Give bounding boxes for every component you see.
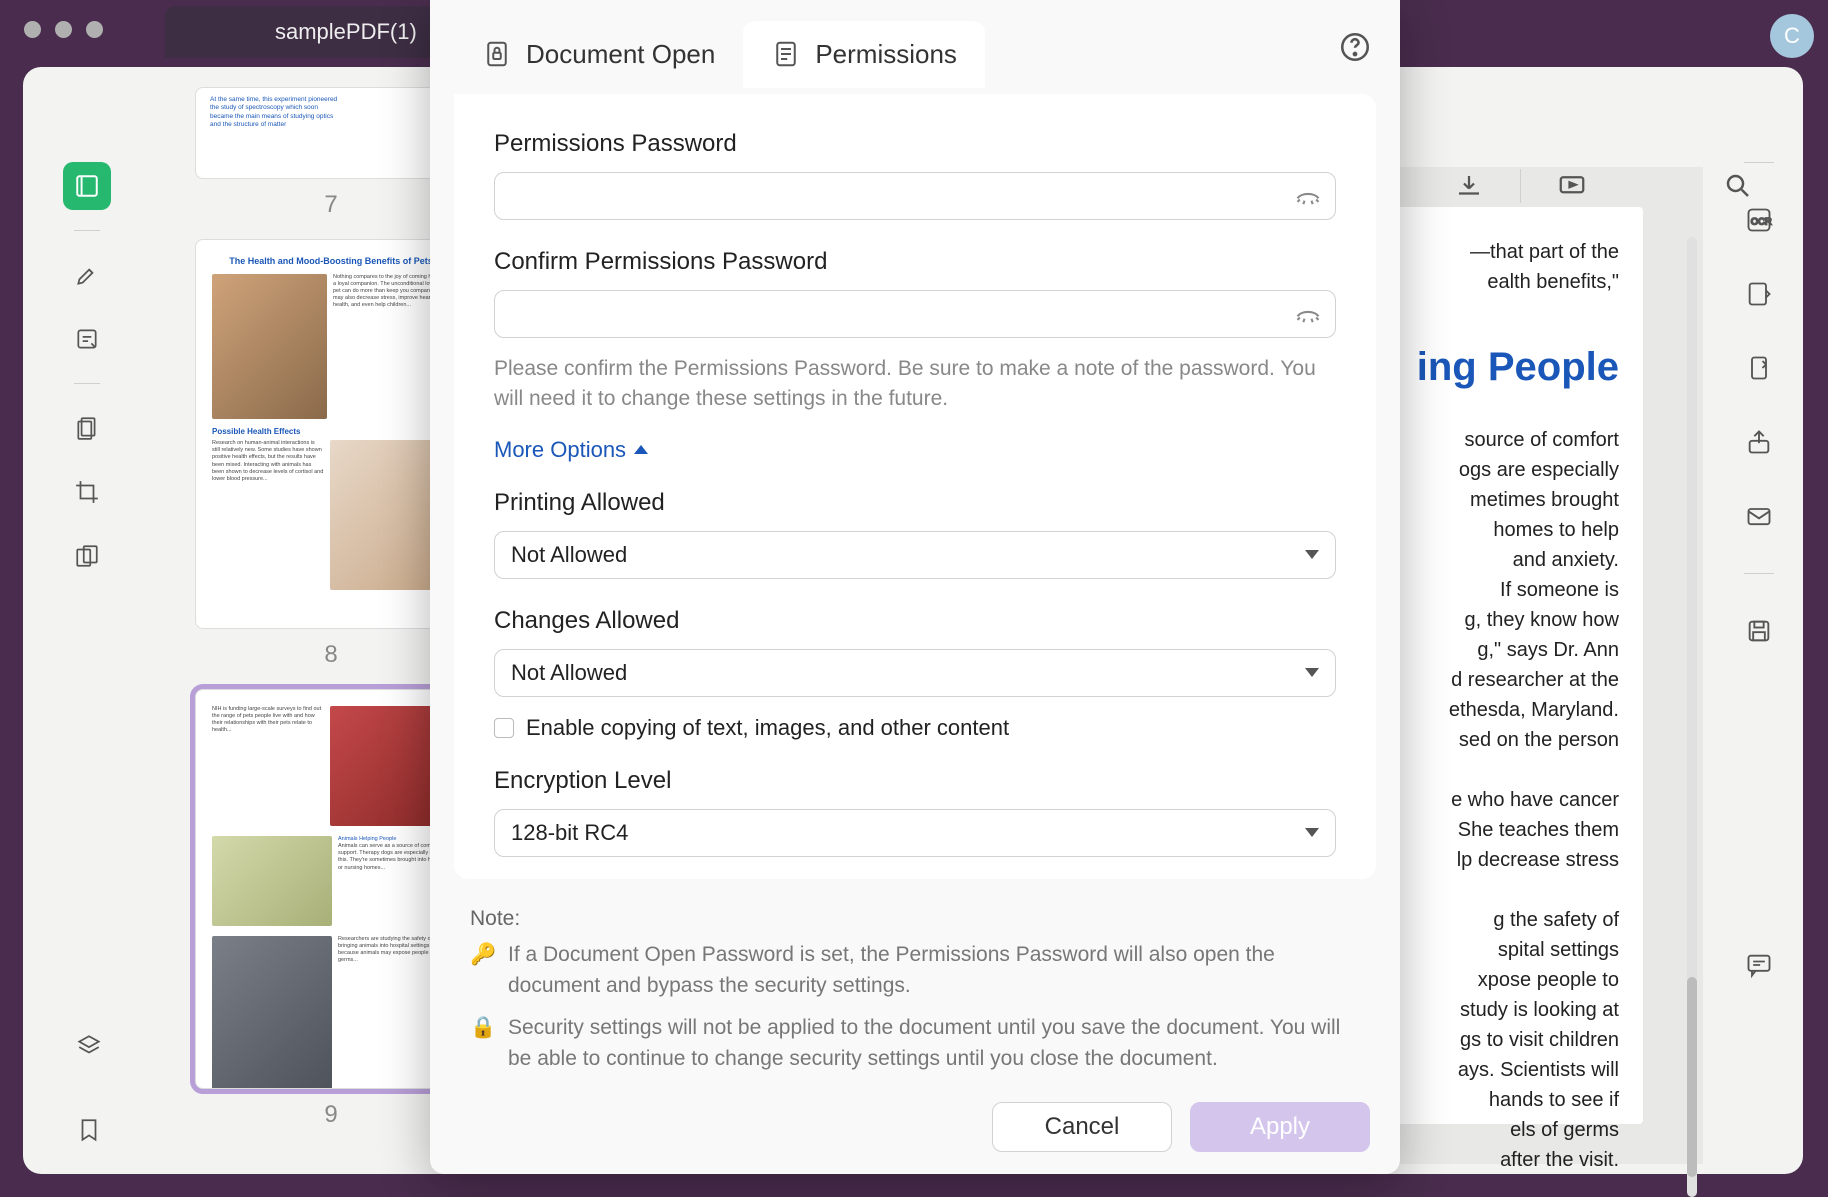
printing-allowed-select[interactable]: Not Allowed bbox=[494, 531, 1336, 579]
image-placeholder bbox=[212, 936, 332, 1089]
tab-label: Permissions bbox=[815, 39, 957, 70]
left-rail-bottom bbox=[65, 1022, 113, 1154]
eye-hidden-icon[interactable] bbox=[1294, 182, 1322, 210]
toolbar-right bbox=[1454, 169, 1753, 203]
page-number-9: 9 bbox=[324, 1101, 337, 1129]
page-thumbnail-9[interactable]: NIH is funding large-scale surveys to fi… bbox=[195, 689, 467, 1089]
note-text-2: Security settings will not be applied to… bbox=[508, 1012, 1360, 1075]
rail-separator bbox=[1744, 573, 1774, 574]
traffic-light-close[interactable] bbox=[24, 21, 41, 38]
confirm-password-label: Confirm Permissions Password bbox=[494, 248, 1336, 276]
encryption-level-value: 128-bit RC4 bbox=[511, 820, 628, 846]
rail-separator bbox=[1744, 162, 1774, 163]
right-tool-rail: OCR bbox=[1729, 162, 1789, 982]
printing-allowed-label: Printing Allowed bbox=[494, 489, 1336, 517]
thumb-title: The Health and Mood-Boosting Benefits of… bbox=[212, 256, 450, 268]
traffic-light-minimize[interactable] bbox=[55, 21, 72, 38]
compare-tool[interactable] bbox=[63, 532, 111, 580]
ocr-icon[interactable]: OCR bbox=[1742, 203, 1776, 237]
avatar[interactable]: C bbox=[1770, 14, 1814, 58]
page-thumbnail-8[interactable]: The Health and Mood-Boosting Benefits of… bbox=[195, 239, 467, 629]
image-placeholder bbox=[212, 274, 327, 419]
bookmark-tool[interactable] bbox=[65, 1106, 113, 1154]
thumbnails-tool[interactable] bbox=[63, 162, 111, 210]
document-lock-icon bbox=[482, 39, 512, 69]
page-number-7: 7 bbox=[324, 191, 337, 219]
cancel-button[interactable]: Cancel bbox=[992, 1102, 1172, 1152]
document-tab-title: samplePDF(1) bbox=[275, 19, 417, 45]
scrollbar-track[interactable] bbox=[1687, 237, 1697, 1197]
layers-tool[interactable] bbox=[65, 1022, 113, 1070]
annotate-tool[interactable] bbox=[63, 315, 111, 363]
comment-icon[interactable] bbox=[1742, 948, 1776, 982]
traffic-light-zoom[interactable] bbox=[86, 21, 103, 38]
left-tool-rail bbox=[61, 162, 113, 580]
tab-permissions[interactable]: Permissions bbox=[743, 21, 985, 88]
avatar-letter: C bbox=[1784, 23, 1800, 49]
changes-allowed-value: Not Allowed bbox=[511, 660, 627, 686]
svg-text:OCR: OCR bbox=[1751, 217, 1772, 227]
save-icon[interactable] bbox=[1742, 614, 1776, 648]
dialog-notes: Note: 🔑 If a Document Open Password is s… bbox=[430, 879, 1400, 1075]
confirm-password-hint: Please confirm the Permissions Password.… bbox=[494, 354, 1336, 415]
apply-button[interactable]: Apply bbox=[1190, 1102, 1370, 1152]
note-heading: Note: bbox=[470, 903, 1360, 935]
page-thumbnail-7[interactable]: At the same time, this experiment pionee… bbox=[195, 87, 467, 179]
enable-copying-label: Enable copying of text, images, and othe… bbox=[526, 715, 1009, 741]
permissions-password-label: Permissions Password bbox=[494, 130, 1336, 158]
printing-allowed-value: Not Allowed bbox=[511, 542, 627, 568]
convert-icon[interactable] bbox=[1742, 277, 1776, 311]
mail-icon[interactable] bbox=[1742, 499, 1776, 533]
dialog-footer: Cancel Apply bbox=[992, 1102, 1370, 1152]
rail-separator bbox=[74, 383, 100, 384]
lock-icon: 🔒 bbox=[470, 1012, 496, 1075]
dialog-body: Permissions Password Confirm Permissions… bbox=[454, 94, 1376, 879]
chevron-up-icon bbox=[634, 445, 648, 454]
crop-tool[interactable] bbox=[63, 468, 111, 516]
permissions-password-input[interactable] bbox=[494, 172, 1336, 220]
highlighter-tool[interactable] bbox=[63, 251, 111, 299]
dialog-tabs: Document Open Permissions bbox=[430, 0, 1400, 94]
window-controls bbox=[24, 21, 103, 38]
key-icon: 🔑 bbox=[470, 939, 496, 1002]
cancel-label: Cancel bbox=[1045, 1113, 1120, 1141]
security-dialog: Document Open Permissions Permissions Pa… bbox=[430, 0, 1400, 1174]
encryption-level-label: Encryption Level bbox=[494, 767, 1336, 795]
note-text-1: If a Document Open Password is set, the … bbox=[508, 939, 1360, 1002]
chevron-down-icon bbox=[1305, 550, 1319, 559]
help-icon[interactable] bbox=[1338, 30, 1372, 64]
share-icon[interactable] bbox=[1742, 425, 1776, 459]
chevron-down-icon bbox=[1305, 828, 1319, 837]
phone-transfer-icon[interactable] bbox=[1742, 351, 1776, 385]
document-settings-icon bbox=[771, 39, 801, 69]
enable-copying-row[interactable]: Enable copying of text, images, and othe… bbox=[494, 715, 1336, 741]
scrollbar-thumb[interactable] bbox=[1687, 977, 1697, 1177]
tab-label: Document Open bbox=[526, 39, 715, 70]
download-icon[interactable] bbox=[1454, 171, 1484, 201]
changes-allowed-select[interactable]: Not Allowed bbox=[494, 649, 1336, 697]
more-options-toggle[interactable]: More Options bbox=[494, 437, 1336, 463]
apply-label: Apply bbox=[1250, 1113, 1310, 1141]
image-placeholder bbox=[212, 836, 332, 926]
page-edit-tool[interactable] bbox=[63, 404, 111, 452]
more-options-label: More Options bbox=[494, 437, 626, 463]
enable-copying-checkbox[interactable] bbox=[494, 718, 514, 738]
thumb-subheading: Possible Health Effects bbox=[212, 427, 450, 437]
encryption-level-select[interactable]: 128-bit RC4 bbox=[494, 809, 1336, 857]
page-number-8: 8 bbox=[324, 641, 337, 669]
tab-document-open[interactable]: Document Open bbox=[454, 21, 743, 88]
changes-allowed-label: Changes Allowed bbox=[494, 607, 1336, 635]
eye-hidden-icon[interactable] bbox=[1294, 300, 1322, 328]
toolbar-separator bbox=[1520, 169, 1521, 203]
rail-separator bbox=[74, 230, 100, 231]
confirm-password-input[interactable] bbox=[494, 290, 1336, 338]
present-icon[interactable] bbox=[1557, 171, 1587, 201]
chevron-down-icon bbox=[1305, 668, 1319, 677]
